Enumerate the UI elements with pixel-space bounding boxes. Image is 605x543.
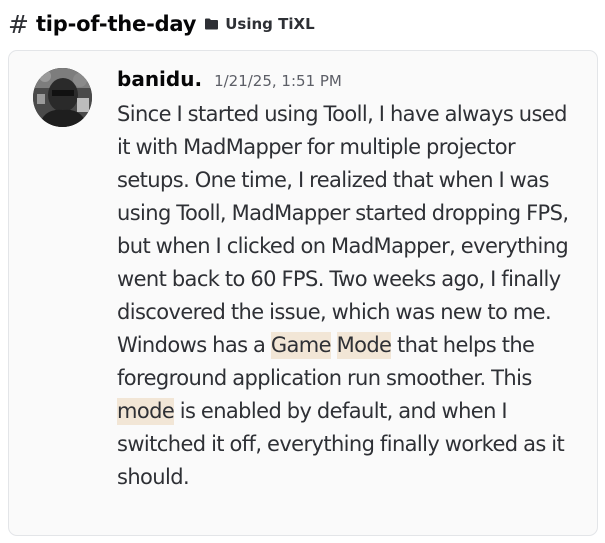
- search-highlight: Game: [270, 332, 332, 359]
- category-label[interactable]: Using TiXL: [225, 15, 314, 33]
- message-text-part: [331, 333, 337, 357]
- search-highlight: Mode: [336, 332, 392, 359]
- message-card: banidu. 1/21/25, 1:51 PM Since I started…: [8, 50, 598, 536]
- avatar[interactable]: [33, 68, 92, 127]
- username[interactable]: banidu.: [117, 67, 202, 91]
- channel-name[interactable]: tip-of-the-day: [36, 12, 196, 36]
- message-text-part: is enabled by default, and when I switch…: [117, 399, 565, 489]
- message-header: banidu. 1/21/25, 1:51 PM: [117, 67, 342, 91]
- channel-hash-icon: #: [8, 9, 29, 39]
- folder-icon: [204, 18, 219, 30]
- message-text-part: Since I started using Tooll, I have alwa…: [117, 102, 569, 357]
- channel-header: # tip-of-the-day Using TiXL: [0, 0, 605, 48]
- timestamp[interactable]: 1/21/25, 1:51 PM: [214, 72, 342, 90]
- message-text: Since I started using Tooll, I have alwa…: [117, 98, 585, 494]
- search-highlight: mode: [117, 398, 175, 425]
